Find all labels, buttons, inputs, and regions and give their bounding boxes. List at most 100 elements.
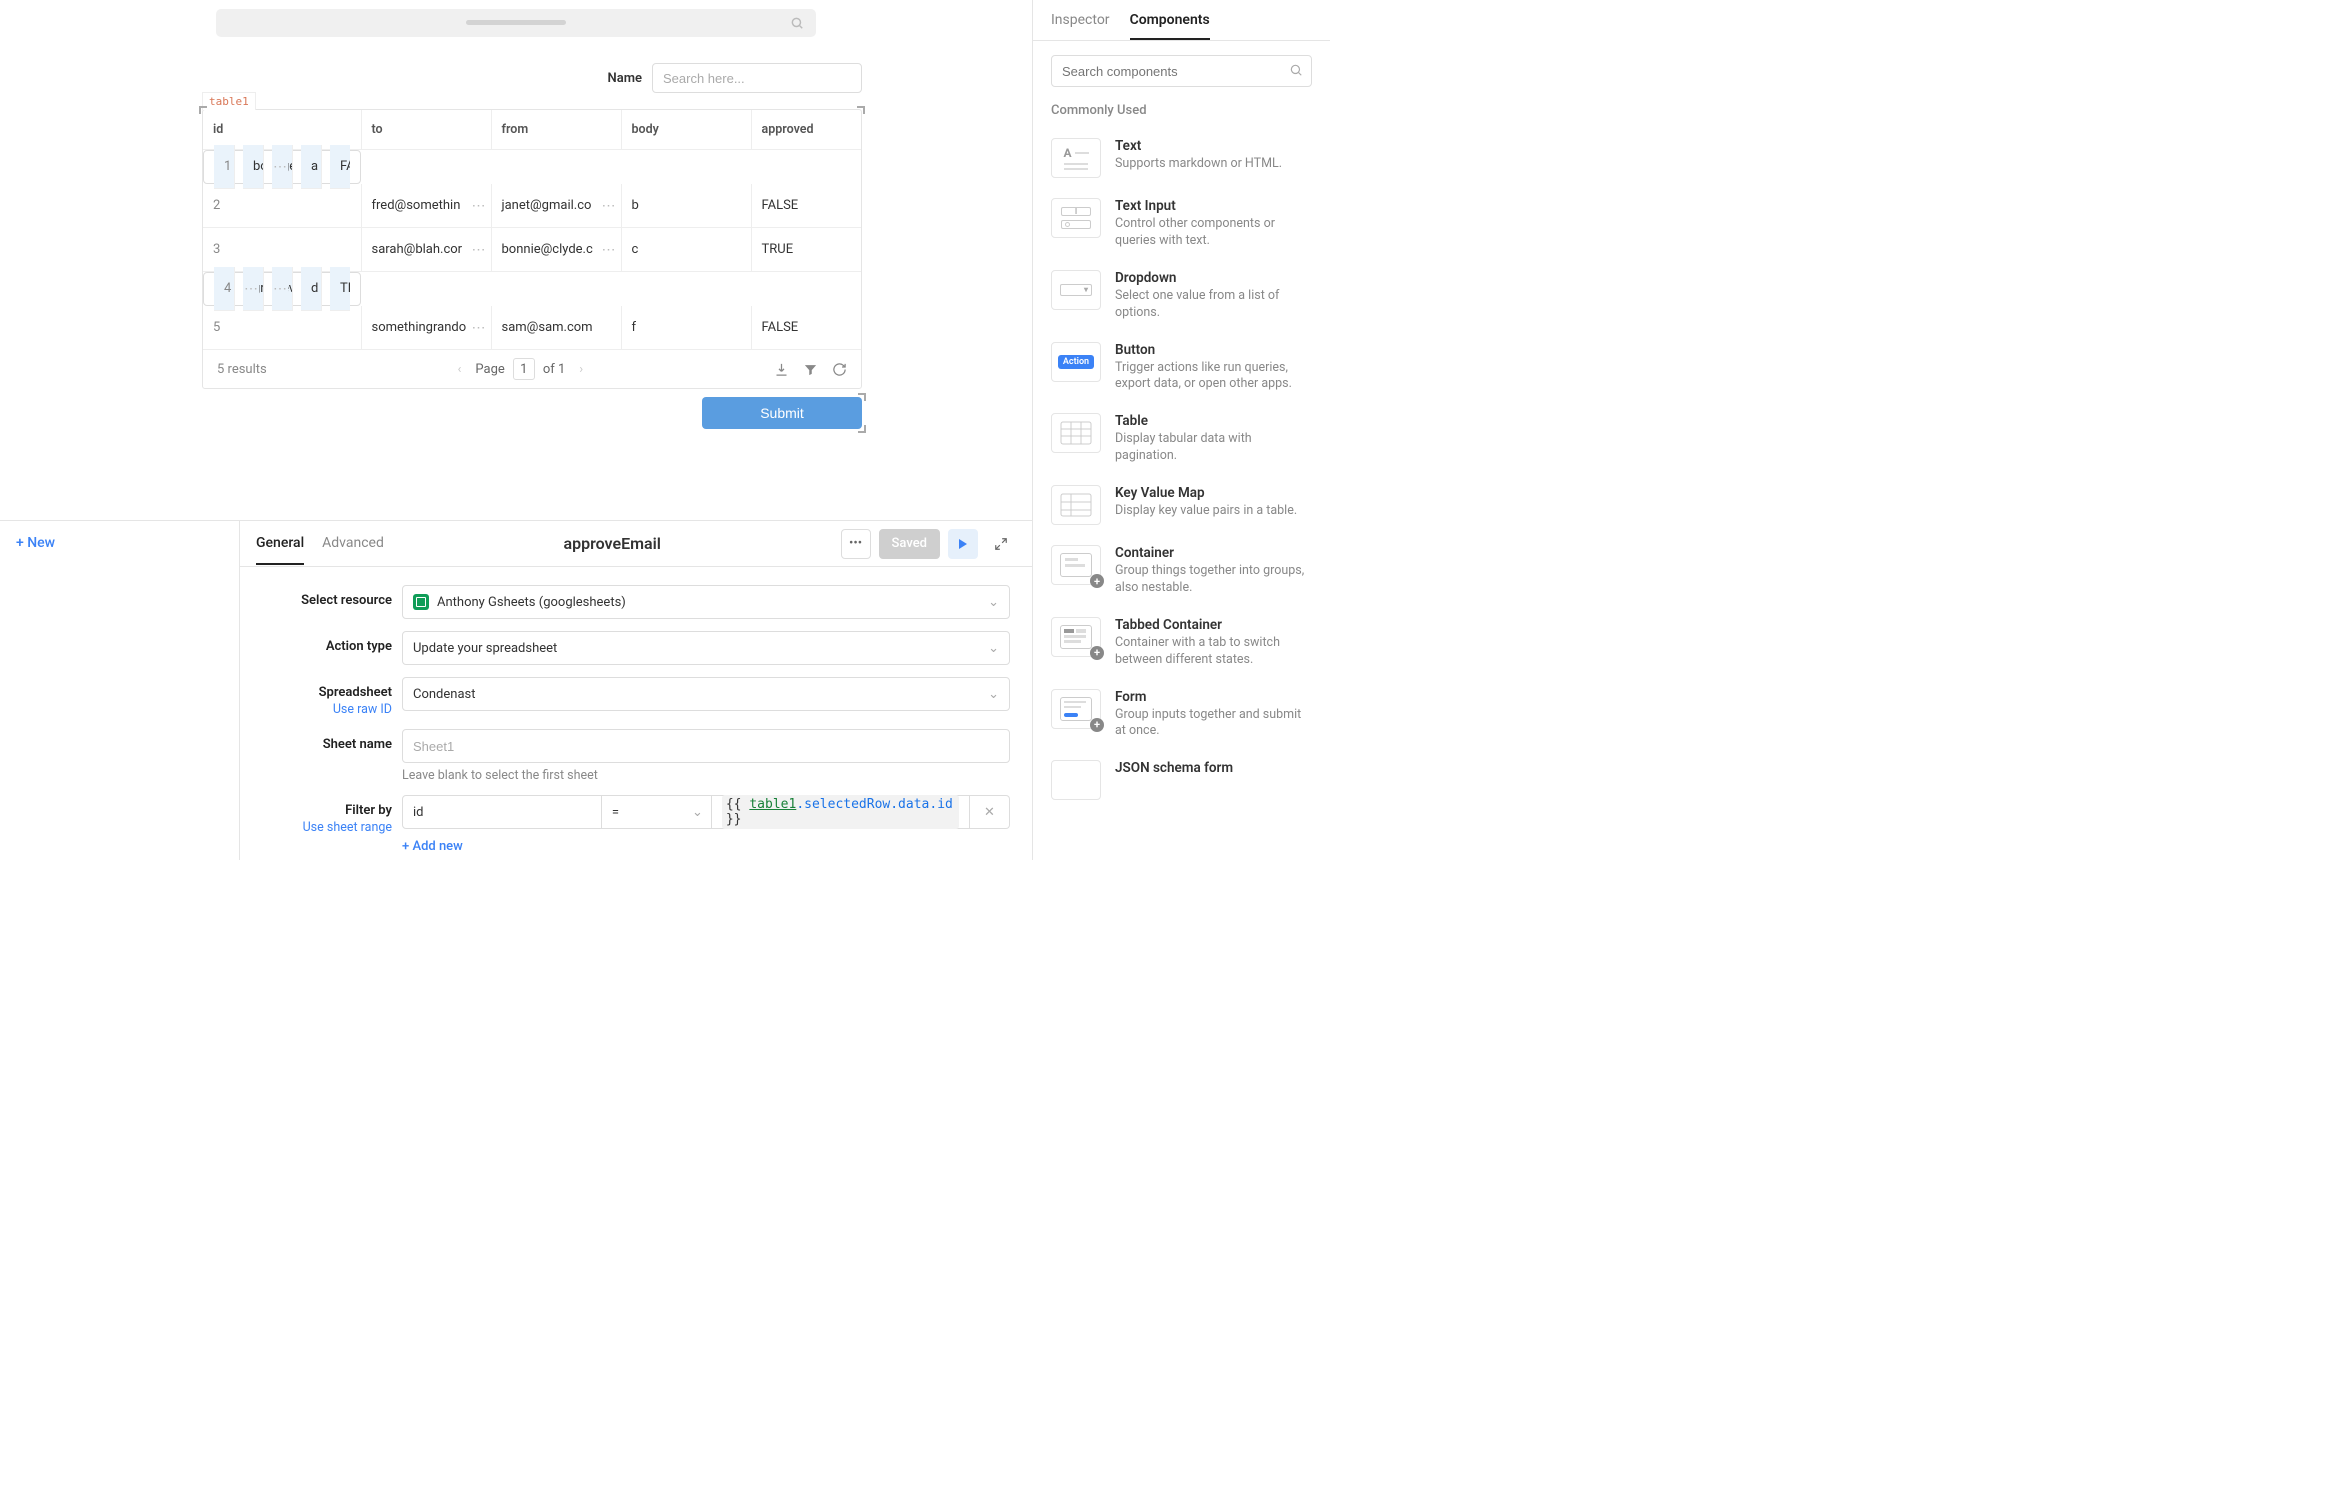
component-title: Text Input [1115,198,1312,214]
run-button[interactable] [948,529,978,559]
search-icon [1289,63,1303,77]
cell: sarah@blah.cor⋯ [361,228,491,272]
spreadsheet-select[interactable]: Condenast ⌄ [402,677,1010,711]
new-query-button[interactable]: + New [16,535,55,551]
column-header[interactable]: id [203,110,361,150]
query-panel: + New General Advanced approveEmail ••• … [0,520,1032,860]
name-label: Name [608,71,642,86]
sheetname-label: Sheet name [262,729,392,752]
table-row[interactable]: 3sarah@blah.cor⋯bonnie@clyde.c⋯cTRUE [203,228,861,272]
component-item[interactable]: + Tabbed Container Container with a tab to… [1051,607,1312,679]
filter-operator-select[interactable]: =⌄ [602,795,712,829]
column-header[interactable]: from [491,110,621,150]
action-select[interactable]: Update your spreadsheet ⌄ [402,631,1010,665]
add-filter-button[interactable]: + Add new [402,839,463,854]
submit-button[interactable]: Submit [702,397,862,429]
cell: FALSE [751,184,861,228]
component-title: Table [1115,413,1312,429]
cell: TRUE [330,267,350,311]
cell: evalu@tor.com⋯ [272,267,293,311]
component-desc: Group inputs together and submit at once… [1115,707,1312,741]
component-item[interactable]: +ContainerGroup things together into gro… [1051,535,1312,607]
action-label: Action type [262,631,392,654]
component-title: Key Value Map [1115,485,1297,501]
component-desc: Container with a tab to switch between d… [1115,635,1312,669]
spreadsheet-label: Spreadsheet [319,685,392,700]
component-item[interactable]: JSON schema form [1051,750,1312,810]
cell: sam@sam.com [491,306,621,350]
use-sheet-range-link[interactable]: Use sheet range [262,820,392,835]
resource-label: Select resource [262,585,392,608]
filter-column-input[interactable]: id [402,795,602,829]
component-item[interactable]: TableDisplay tabular data with paginatio… [1051,403,1312,475]
tab-components[interactable]: Components [1130,12,1210,40]
filter-icon[interactable] [803,362,818,377]
container-icon: + [1051,545,1101,585]
component-item[interactable]: IText InputControl other components or q… [1051,188,1312,260]
form-icon: + [1051,689,1101,729]
component-desc: Select one value from a list of options. [1115,288,1312,322]
component-item[interactable]: ▾DropdownSelect one value from a list of… [1051,260,1312,332]
play-icon [958,539,968,549]
component-tag: table1 [202,92,256,110]
table-row[interactable]: 2fred@somethin⋯janet@gmail.co⋯bFALSE [203,184,861,228]
tabbed-icon: + [1051,617,1101,657]
table-row[interactable]: 4gretta@gmail.co⋯evalu@tor.com⋯dTRUE [203,272,361,306]
page-next[interactable]: › [573,360,589,379]
commonly-used-heading: Commonly Used [1051,103,1312,118]
text-icon: A [1051,138,1101,178]
column-header[interactable]: to [361,110,491,150]
component-title: Button [1115,342,1312,358]
component-item[interactable]: Key Value Map Display key value pairs in … [1051,475,1312,535]
name-input[interactable] [652,63,862,93]
page-prev[interactable]: ‹ [452,360,468,379]
component-item[interactable]: ActionButtonTrigger actions like run que… [1051,332,1312,404]
column-header[interactable]: body [621,110,751,150]
refresh-icon[interactable] [832,362,847,377]
download-icon[interactable] [774,362,789,377]
page-num[interactable]: 1 [513,358,535,380]
cell: 4 [214,267,235,311]
cell: c [621,228,751,272]
cell: gretta@gmail.co⋯ [243,267,264,311]
use-raw-id-link[interactable]: Use raw ID [262,702,392,717]
component-title: Tabbed Container [1115,617,1312,633]
chevron-down-icon: ⌄ [988,595,999,610]
global-search[interactable] [216,9,816,37]
cell: a [301,145,322,189]
cell: 5 [203,306,361,350]
filter-value-input[interactable]: {{ table1.selectedRow.data.id }} [712,795,970,829]
expand-button[interactable] [986,529,1016,559]
expand-icon [994,537,1008,551]
saved-button[interactable]: Saved [879,529,940,559]
tab-inspector[interactable]: Inspector [1051,12,1110,40]
resource-select[interactable]: Anthony Gsheets (googlesheets) ⌄ [402,585,1010,619]
right-sidebar: Inspector Components Commonly Used AText… [1032,0,1330,860]
tab-general[interactable]: General [256,523,304,565]
cell: b [621,184,751,228]
component-item[interactable]: ATextSupports markdown or HTML. [1051,128,1312,188]
table-component[interactable]: table1 idtofrombodyapproved 1bob@condena… [202,109,862,389]
table-row[interactable]: 5somethingrando⋯sam@sam.comfFALSE [203,306,861,350]
component-desc: Display key value pairs in a table. [1115,503,1297,520]
column-header[interactable]: approved [751,110,861,150]
table-row[interactable]: 1bob@condenasgeorge@gmail.c⋯aFALSE [203,150,361,184]
sheetname-input[interactable] [402,729,1010,763]
table-icon [1051,413,1101,453]
topbar [0,0,1032,45]
component-title: Form [1115,689,1312,705]
more-button[interactable]: ••• [841,529,871,559]
cell: bob@condenas [243,145,264,189]
tab-advanced[interactable]: Advanced [322,523,384,565]
filter-remove-button[interactable]: ✕ [970,795,1010,829]
cell: 3 [203,228,361,272]
dropdown-icon: ▾ [1051,270,1101,310]
chevron-down-icon: ⌄ [988,687,999,702]
search-icon [790,16,804,30]
component-item[interactable]: + Form Group inputs together and submit at… [1051,679,1312,751]
query-title: approveEmail [384,534,841,553]
components-search-input[interactable] [1051,55,1312,87]
chevron-down-icon: ⌄ [988,641,999,656]
cell: f [621,306,751,350]
chevron-down-icon: ⌄ [692,805,703,820]
